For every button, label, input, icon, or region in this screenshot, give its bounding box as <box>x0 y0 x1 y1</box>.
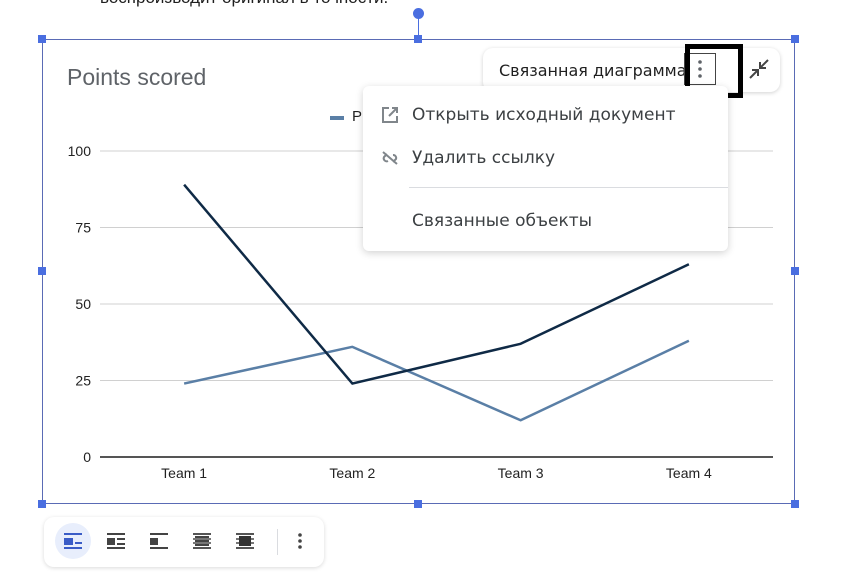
inline-icon <box>64 533 82 549</box>
more-vertical-icon <box>298 533 302 549</box>
open-external-icon <box>382 107 398 123</box>
menu-divider <box>409 187 728 188</box>
collapse-icon <box>749 59 769 79</box>
break-text-icon <box>150 533 168 549</box>
linked-chart-menu: Открыть исходный документ Удалить ссылку… <box>363 86 728 251</box>
menu-item-label: Удалить ссылку <box>412 148 556 168</box>
menu-item-label: Открыть исходный документ <box>412 105 676 125</box>
toolbar-more-button[interactable] <box>282 523 318 559</box>
menu-item-linked-objects[interactable]: Связанные объекты <box>363 201 728 241</box>
image-wrap-toolbar <box>44 517 324 567</box>
linked-chart-label: Связанная диаграмма <box>499 61 687 80</box>
x-tick-label: Team 2 <box>329 465 375 481</box>
y-tick-label: 75 <box>75 220 91 236</box>
y-tick-label: 100 <box>68 143 92 159</box>
wrap-text-icon <box>107 533 125 549</box>
break-text-button[interactable] <box>141 523 177 559</box>
y-tick-label: 25 <box>75 373 91 389</box>
y-tick-label: 0 <box>83 449 91 465</box>
wrap-text-button[interactable] <box>98 523 134 559</box>
toolbar-divider <box>277 529 278 555</box>
y-tick-label: 50 <box>75 296 91 312</box>
behind-text-icon <box>193 533 211 549</box>
menu-item-unlink[interactable]: Удалить ссылку <box>363 138 728 178</box>
menu-item-label: Связанные объекты <box>412 211 593 231</box>
unlink-icon <box>382 151 398 165</box>
in-front-of-text-button[interactable] <box>227 523 263 559</box>
collapse-button[interactable] <box>746 56 772 82</box>
inline-button[interactable] <box>55 523 91 559</box>
x-tick-label: Team 3 <box>498 465 544 481</box>
x-tick-label: Team 1 <box>161 465 207 481</box>
x-tick-label: Team 4 <box>666 465 712 481</box>
behind-text-button[interactable] <box>184 523 220 559</box>
menu-item-open-source[interactable]: Открыть исходный документ <box>363 95 728 135</box>
in-front-of-text-icon <box>236 533 254 549</box>
